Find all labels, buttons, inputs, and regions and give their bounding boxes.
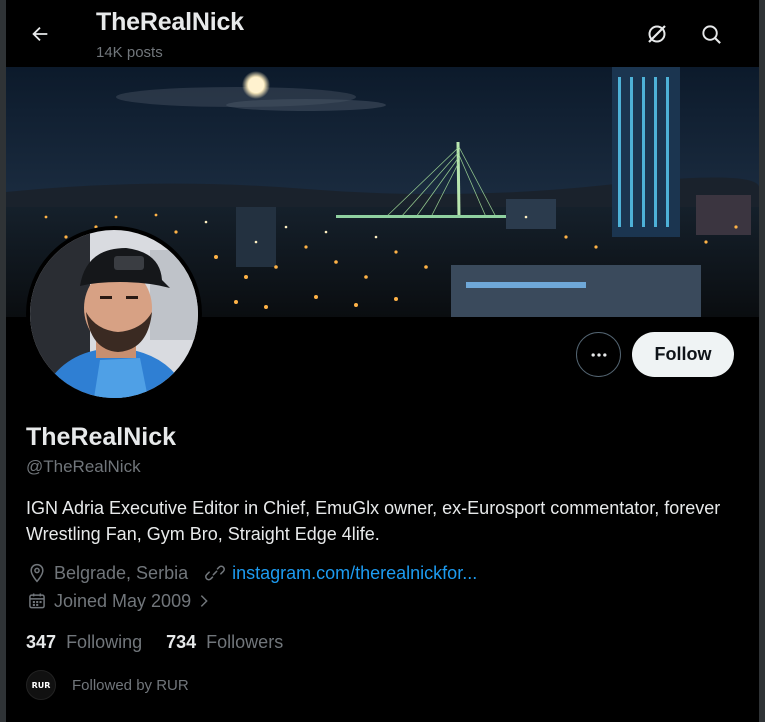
more-horizontal-icon [591, 352, 606, 357]
link-icon [204, 562, 226, 584]
calendar-icon [26, 590, 48, 612]
back-button[interactable] [24, 18, 56, 50]
location-text: Belgrade, Serbia [54, 562, 189, 583]
search-icon [701, 24, 721, 44]
location-pin-icon [26, 562, 48, 584]
arrow-left-icon [32, 26, 48, 42]
more-options-button[interactable] [576, 332, 621, 377]
joined-row[interactable]: Joined May 2009 [26, 590, 221, 612]
follow-stats: 347 Following 734 Followers [26, 632, 307, 653]
user-handle: @TheRealNick [26, 457, 141, 476]
profile-header: TheRealNick 14K posts [6, 0, 759, 67]
joined-text: Joined May 2009 [54, 590, 192, 611]
profile-bio: IGN Adria Executive Editor in Chief, Emu… [26, 498, 721, 544]
grok-button[interactable] [641, 18, 673, 50]
following-link[interactable]: 347 Following [26, 632, 142, 653]
search-button[interactable] [695, 18, 727, 50]
follower-avatar: RUR [26, 670, 56, 700]
follower-avatar-text: RUR [31, 680, 51, 690]
following-count: 347 [26, 632, 57, 652]
chevron-right-icon [193, 590, 215, 612]
website-link[interactable]: instagram.com/therealnickfor... [232, 563, 477, 584]
followed-by-text: Followed by RUR [72, 676, 189, 694]
grok-icon [648, 25, 666, 43]
profile-avatar[interactable] [26, 226, 202, 402]
followers-link[interactable]: 734 Followers [166, 632, 283, 653]
header-title: TheRealNick [96, 8, 244, 36]
post-count: 14K posts [96, 44, 163, 61]
follow-button[interactable]: Follow [632, 332, 734, 377]
following-label: Following [66, 632, 143, 652]
display-name: TheRealNick [26, 423, 177, 451]
followed-by[interactable]: RUR Followed by RUR [26, 670, 189, 700]
website[interactable]: instagram.com/therealnickfor... [204, 562, 477, 584]
followers-count: 734 [166, 632, 197, 652]
followers-label: Followers [206, 632, 284, 652]
profile-meta-row: Belgrade, Serbia instagram.com/therealni… [26, 562, 477, 584]
